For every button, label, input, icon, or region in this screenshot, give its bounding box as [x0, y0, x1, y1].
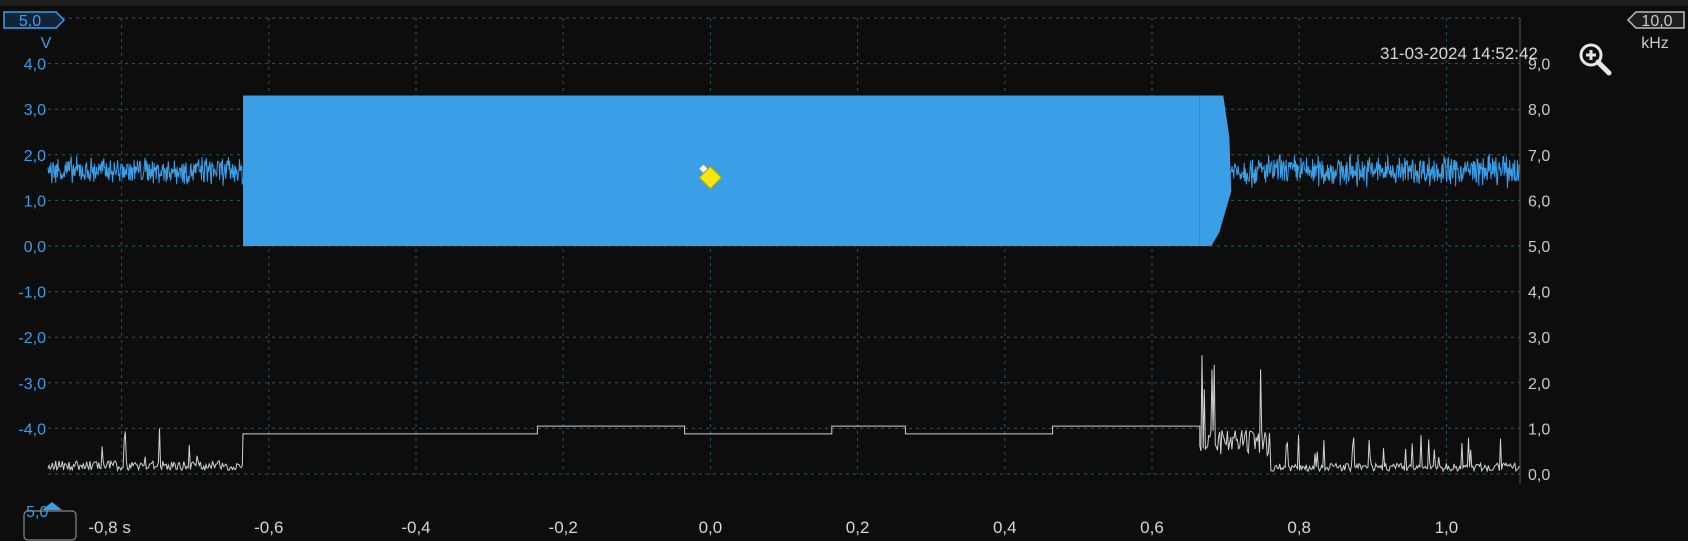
right-tick-label: 7,0: [1528, 148, 1550, 165]
left-tick-label: 4,0: [24, 57, 46, 74]
time-tick-label: -0,2: [549, 518, 578, 537]
capture-timestamp: 31-03-2024 14:52:42: [1380, 44, 1538, 63]
left-tick-label: -3,0: [18, 376, 46, 393]
time-tick-label: 1,0: [1435, 518, 1459, 537]
right-tick-label: 0,0: [1528, 467, 1550, 484]
left-tick-label: -2,0: [18, 330, 46, 347]
oscilloscope-display[interactable]: 4,03,02,01,00,0-1,0-2,0-3,0-4,0 9,08,07,…: [0, 0, 1688, 541]
right-tick-label: 8,0: [1528, 102, 1550, 119]
left-axis-bottom-label: 5,0: [26, 504, 48, 521]
zoom-in-magnifier-icon[interactable]: [1578, 42, 1612, 76]
right-range-value: 10,0: [1641, 13, 1672, 30]
time-tick-label: 0,0: [699, 518, 723, 537]
left-range-badge[interactable]: 5,0: [3, 11, 66, 30]
left-tick-label: 3,0: [24, 102, 46, 119]
top-strip: [0, 0, 1688, 6]
left-tick-label: -4,0: [18, 421, 46, 438]
right-range-badge[interactable]: 10,0: [1626, 11, 1685, 30]
time-tick-label: 0,4: [993, 518, 1017, 537]
right-tick-label: 6,0: [1528, 193, 1550, 210]
time-tick-label: 0,6: [1140, 518, 1164, 537]
right-tick-label: 5,0: [1528, 239, 1550, 256]
left-axis-unit: V: [41, 35, 52, 52]
left-tick-label: 2,0: [24, 148, 46, 165]
left-tick-label: 0,0: [24, 239, 46, 256]
left-range-value: 5,0: [19, 13, 41, 30]
time-tick-label: 0,8: [1287, 518, 1311, 537]
left-tick-label: -1,0: [18, 285, 46, 302]
time-tick-label: -0,8 s: [88, 518, 131, 537]
time-tick-label: -0,4: [401, 518, 430, 537]
right-tick-label: 2,0: [1528, 376, 1550, 393]
right-tick-label: 4,0: [1528, 285, 1550, 302]
time-tick-label: 0,2: [846, 518, 870, 537]
left-tick-label: 1,0: [24, 193, 46, 210]
time-tick-label: -0,6: [254, 518, 283, 537]
channel-a-switching-band: [243, 95, 1200, 247]
right-tick-label: 1,0: [1528, 421, 1550, 438]
right-axis-unit: kHz: [1641, 35, 1669, 52]
right-tick-label: 3,0: [1528, 330, 1550, 347]
